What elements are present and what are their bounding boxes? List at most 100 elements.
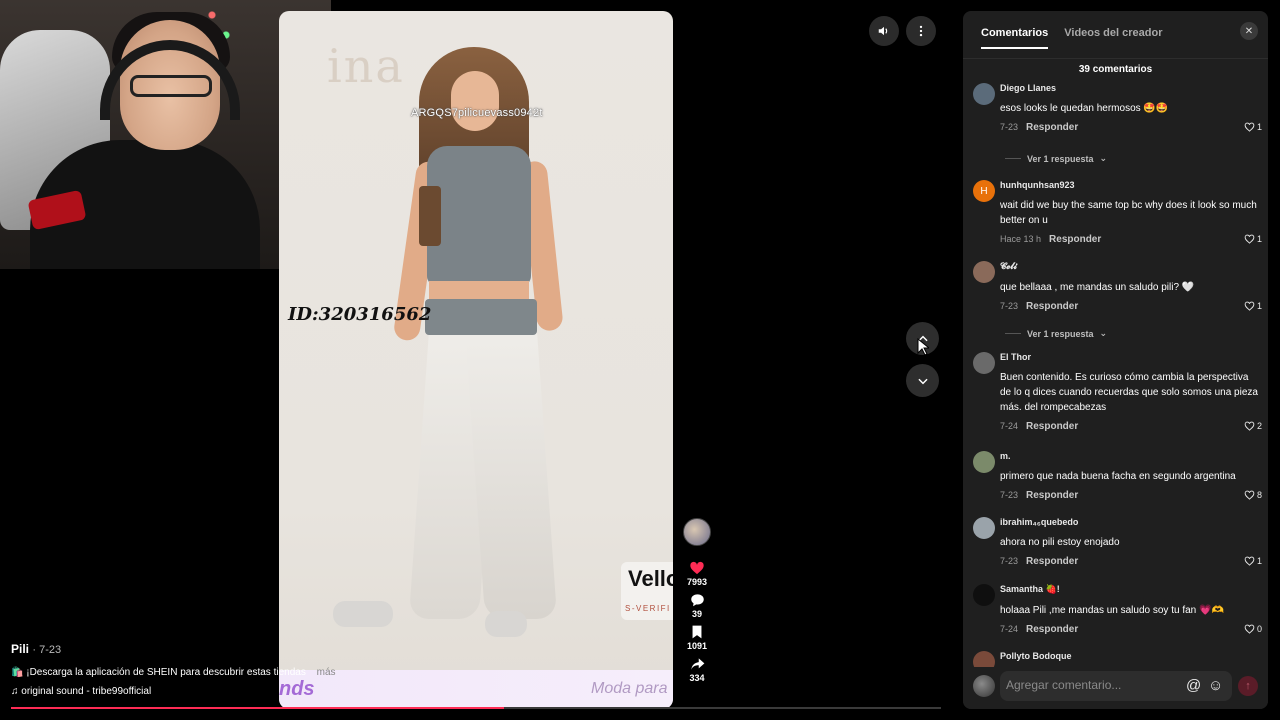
comment-button[interactable]: 39	[690, 593, 705, 619]
mouse-cursor-icon	[917, 338, 929, 356]
comment-like-count: 1	[1256, 234, 1262, 244]
tab-creator-videos[interactable]: Videos del creador	[1064, 27, 1162, 49]
comment-like-button[interactable]: 8	[1244, 490, 1262, 500]
commenter-avatar[interactable]	[973, 352, 995, 374]
comment-like-count: 1	[1256, 556, 1262, 566]
like-count: 7993	[686, 577, 708, 587]
tab-comments[interactable]: Comentarios	[981, 27, 1049, 49]
reply-button[interactable]: Responder	[1026, 624, 1078, 635]
comment-body: ibrahim₄₆quebedo ahora no pili estoy enoj…	[1000, 517, 1262, 567]
comment-meta: 7-23 Responder 8	[1000, 490, 1262, 501]
see-replies-label: Ver 1 respuesta	[1027, 328, 1094, 339]
caption-author[interactable]: Pili	[11, 642, 29, 656]
comment-body: Diego Llanes esos looks le quedan hermoso…	[1000, 83, 1262, 133]
comment-like-count: 8	[1256, 490, 1262, 500]
caption-date: · 7-23	[32, 644, 62, 656]
model-face	[451, 71, 499, 131]
comment-like-button[interactable]: 0	[1244, 624, 1262, 634]
comment-meta: 7-24 Responder 0	[1000, 624, 1262, 635]
volume-icon	[878, 26, 888, 36]
comment-like-count: 0	[1256, 624, 1262, 634]
model-top	[427, 146, 531, 286]
comment-body: m. primero que nada buena facha en segund…	[1000, 451, 1262, 501]
comment-input[interactable]	[1006, 678, 1176, 692]
reply-button[interactable]: Responder	[1026, 490, 1078, 501]
comment-body: 𝓒𝓮𝓵𝓲 que bellaaa , me mandas un saludo pi…	[1000, 261, 1262, 312]
commenter-name[interactable]: 𝓒𝓮𝓵𝓲	[1000, 261, 1262, 272]
video-stage: ina ARGQS7pilicuevass0942t ID:320316562 …	[0, 0, 960, 720]
caption-description: ¡Descarga la aplicación de SHEIN para de…	[26, 667, 306, 678]
comment-body: hunhqunhsan923 wait did we buy the same t…	[1000, 180, 1262, 245]
chevron-down-icon	[917, 378, 928, 384]
reply-button[interactable]: Responder	[1026, 122, 1078, 133]
send-comment-button[interactable]: ↑	[1238, 676, 1258, 696]
save-count: 1091	[686, 641, 708, 651]
comment-date: 7-23	[1000, 301, 1019, 311]
commenter-avatar[interactable]	[973, 83, 995, 105]
commenter-name[interactable]: ibrahim₄₆quebedo	[1000, 517, 1262, 527]
video-username-overlay: ARGQS7pilicuevass0942t	[411, 107, 543, 119]
volume-button[interactable]	[869, 16, 899, 46]
video-caption: Pili · 7-23 🛍️ ¡Descarga la aplicación d…	[11, 642, 341, 697]
panel-tabs: Comentarios Videos del creador	[981, 27, 1162, 49]
commenter-avatar[interactable]: H	[973, 180, 995, 202]
more-options-button[interactable]	[906, 16, 936, 46]
like-button[interactable]: 7993	[687, 560, 707, 587]
sound-line[interactable]: ♫ original sound - tribe99official	[11, 686, 341, 697]
heart-icon	[690, 561, 704, 575]
comment-date: 7-24	[1000, 421, 1019, 431]
save-button[interactable]: 1091	[687, 625, 707, 651]
video-progress-bar[interactable]	[11, 707, 941, 709]
video-progress-fill	[11, 707, 504, 709]
banner-title: Vello	[628, 566, 673, 591]
comment-body: Pollyto Bodoque	[1000, 651, 1262, 661]
commenter-name[interactable]: m.	[1000, 451, 1262, 461]
reply-button[interactable]: Responder	[1049, 234, 1101, 245]
see-replies-button[interactable]: Ver 1 respuesta ⌄	[1005, 328, 1107, 339]
chevron-down-icon: ⌄	[1099, 328, 1108, 338]
reply-dash	[1005, 158, 1021, 159]
model-waistband	[425, 299, 537, 335]
caption-description-line: 🛍️ ¡Descarga la aplicación de SHEIN para…	[11, 667, 341, 678]
commenter-name[interactable]: Samantha 🍓!	[1000, 584, 1262, 595]
see-replies-button[interactable]: Ver 1 respuesta ⌄	[1005, 153, 1107, 164]
share-button[interactable]: 334	[689, 657, 705, 683]
commenter-avatar[interactable]	[973, 261, 995, 283]
see-replies-label: Ver 1 respuesta	[1027, 153, 1094, 164]
comment-like-button[interactable]: 1	[1244, 122, 1262, 132]
comment-meta: Hace 13 h Responder 1	[1000, 234, 1262, 245]
commenter-name[interactable]: El Thor	[1000, 352, 1262, 362]
comment-input-bar: @ ☺ ↑	[963, 667, 1268, 709]
music-note-icon: ♫	[11, 686, 19, 697]
reply-button[interactable]: Responder	[1026, 301, 1078, 312]
caption-more-link[interactable]: más	[317, 667, 336, 678]
model-bag	[419, 186, 441, 246]
comment-like-button[interactable]: 1	[1244, 234, 1262, 244]
product-banner[interactable]: Vello S-VERIFI	[621, 562, 673, 620]
reply-button[interactable]: Responder	[1026, 421, 1078, 432]
mention-icon[interactable]: @	[1186, 677, 1201, 694]
emoji-icon[interactable]: ☺	[1208, 677, 1223, 694]
creator-avatar[interactable]	[683, 518, 711, 546]
comment-icon	[690, 594, 704, 607]
comment-like-button[interactable]: 2	[1244, 421, 1262, 431]
comment-like-button[interactable]: 1	[1244, 556, 1262, 566]
reply-button[interactable]: Responder	[1026, 556, 1078, 567]
comment-meta: 7-23 Responder 1	[1000, 122, 1262, 133]
comment-like-button[interactable]: 1	[1244, 301, 1262, 311]
next-video-button[interactable]	[906, 364, 939, 397]
commenter-avatar[interactable]	[973, 517, 995, 539]
commenter-avatar[interactable]	[973, 584, 995, 606]
promo-strip-right: Moda para	[591, 680, 668, 697]
close-panel-button[interactable]: ✕	[1240, 22, 1258, 40]
commenter-name[interactable]: Diego Llanes	[1000, 83, 1262, 93]
heart-outline-icon	[1244, 234, 1255, 244]
heart-outline-icon	[1244, 624, 1255, 634]
heart-outline-icon	[1244, 421, 1255, 431]
commenter-name[interactable]: Pollyto Bodoque	[1000, 651, 1262, 661]
commenter-name[interactable]: hunhqunhsan923	[1000, 180, 1262, 190]
commenter-avatar[interactable]	[973, 451, 995, 473]
comment-count: 39	[691, 609, 702, 619]
banner-subtitle: S-VERIFI	[625, 604, 671, 613]
glasses	[130, 75, 212, 97]
